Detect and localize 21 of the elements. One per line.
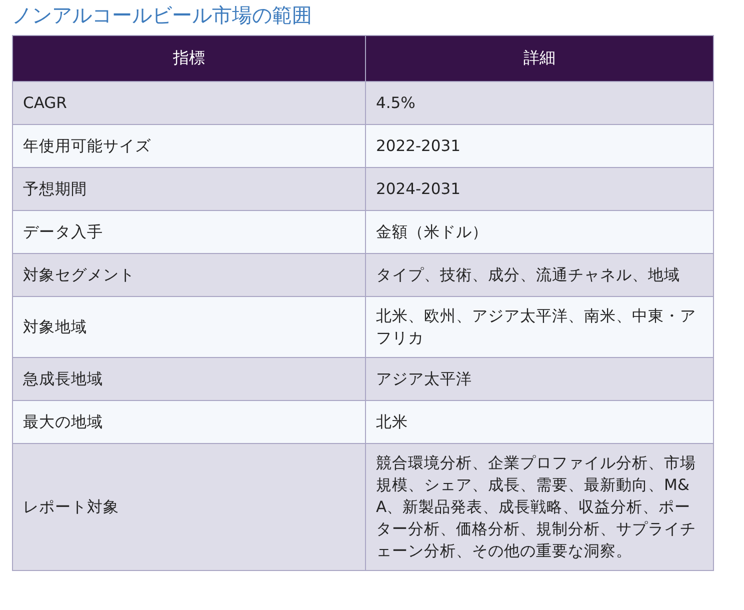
table-cell: 最大の地域 (12, 400, 366, 444)
table-cell: 対象地域 (12, 296, 366, 358)
column-header: 指標 (12, 36, 366, 82)
page-title: ノンアルコールビール市場の範囲 (12, 2, 313, 29)
table-cell: 予想期間 (12, 168, 366, 210)
table-cell: 4.5% (366, 82, 714, 124)
table-cell: タイプ、技術、成分、流通チャネル、地域 (366, 254, 714, 296)
table-cell: 2022-2031 (366, 124, 714, 168)
table-cell: アジア太平洋 (366, 358, 714, 400)
table-cell: 年使用可能サイズ (12, 124, 366, 168)
table-cell: CAGR (12, 82, 366, 124)
table-cell: 対象セグメント (12, 254, 366, 296)
table-cell: レポート対象 (12, 444, 366, 570)
table-cell: 金額（米ドル） (366, 210, 714, 254)
table-cell: 競合環境分析、企業プロファイル分析、市場規模、シェア、成長、需要、最新動向、M&A、新製品発表、成長戦略、収益分析、ポーター分析、価格分析、規制分析、サプライチェーン分析、その他の重要な洞察。 (366, 444, 714, 570)
table-cell: 2024-2031 (366, 168, 714, 210)
column-header: 詳細 (366, 36, 714, 82)
table-cell: 急成長地域 (12, 358, 366, 400)
table-cell: 北米 (366, 400, 714, 444)
table-cell: データ入手 (12, 210, 366, 254)
table-cell: 北米、欧州、アジア太平洋、南米、中東・アフリカ (366, 296, 714, 358)
